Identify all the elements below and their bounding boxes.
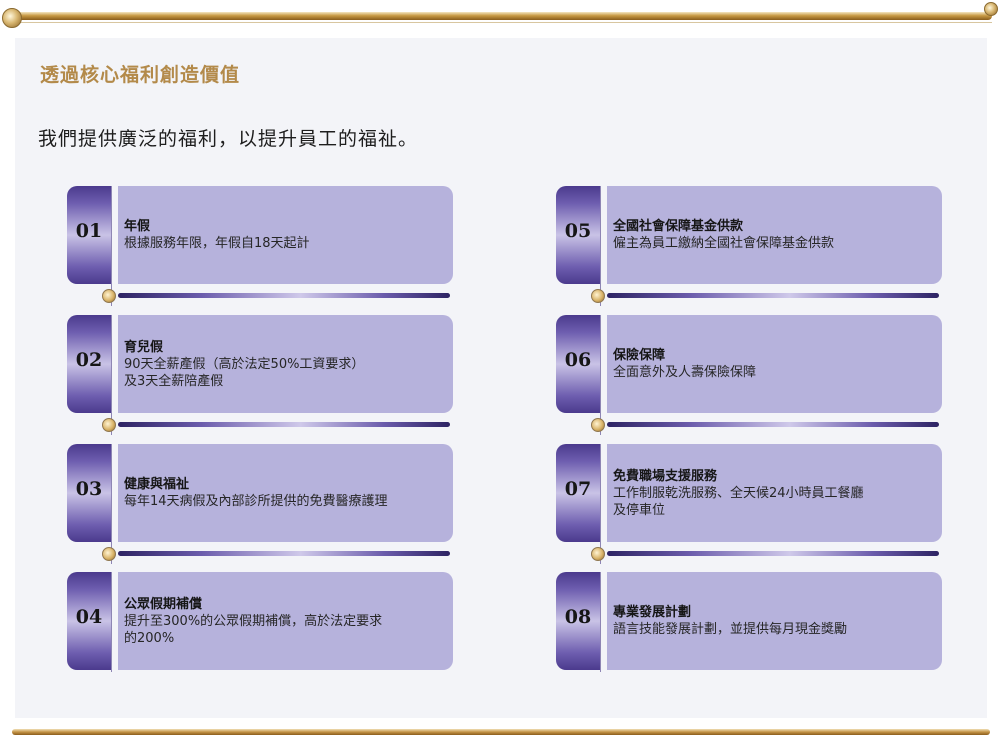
- benefit-description: 語言技能發展計劃，並提供每月現金獎勵: [613, 622, 848, 637]
- benefit-card-08: 08 專業發展計劃 語言技能發展計劃，並提供每月現金獎勵: [556, 572, 942, 672]
- benefit-number: 04: [75, 606, 103, 628]
- benefit-description: 全面意外及人壽保險保障: [613, 365, 757, 380]
- benefit-number: 03: [75, 478, 103, 500]
- divider: [111, 315, 112, 435]
- scroll-knob-icon: [102, 289, 116, 303]
- benefit-title: 公眾假期補償: [124, 596, 203, 612]
- benefit-title: 全國社會保障基金供款: [613, 219, 744, 234]
- benefit-number: 06: [564, 349, 592, 371]
- divider: [600, 572, 601, 672]
- benefit-card-03: 03 健康與福祉 每年14天病假及內部診所提供的免費醫療護理: [67, 444, 453, 564]
- scroll-knob-icon: [102, 547, 116, 561]
- benefit-description: 僱主為員工繳納全國社會保障基金供款: [613, 236, 835, 251]
- scroll-rod-icon: [118, 422, 450, 427]
- divider: [111, 444, 112, 564]
- section-subtitle: 我們提供廣泛的福利，以提升員工的福祉。: [38, 128, 419, 150]
- section-heading: 透過核心福利創造價值: [40, 64, 241, 86]
- benefit-card-06: 06 保險保障 全面意外及人壽保險保障: [556, 315, 942, 435]
- divider: [600, 315, 601, 435]
- benefit-number: 07: [564, 478, 592, 500]
- divider: [600, 186, 601, 306]
- scroll-rod-icon: [118, 551, 450, 556]
- benefit-title: 健康與福祉: [124, 477, 190, 492]
- benefit-number: 01: [75, 220, 103, 242]
- scroll-rod-icon: [607, 422, 939, 427]
- benefit-body: 育兒假 90天全薪產假（高於法定50%工資要求） 及3天全薪陪產假: [118, 315, 453, 413]
- top-scroll-bar: [10, 12, 992, 23]
- benefit-number: 02: [75, 349, 103, 371]
- scroll-knob-right-icon: [984, 2, 998, 16]
- scroll-rod-icon: [118, 293, 450, 298]
- divider: [111, 572, 112, 672]
- scroll-knob-icon: [591, 289, 605, 303]
- benefit-body: 年假 根據服務年限，年假自18天起計: [118, 186, 453, 284]
- benefit-body: 健康與福祉 每年14天病假及內部診所提供的免費醫療護理: [118, 444, 453, 542]
- scroll-knob-icon: [591, 418, 605, 432]
- benefit-description: 90天全薪產假（高於法定50%工資要求） 及3天全薪陪產假: [124, 356, 365, 389]
- benefit-description: 提升至300%的公眾假期補償，高於法定要求 的200%: [124, 613, 383, 646]
- benefit-body: 專業發展計劃 語言技能發展計劃，並提供每月現金獎勵: [607, 572, 942, 670]
- benefit-card-05: 05 全國社會保障基金供款 僱主為員工繳納全國社會保障基金供款: [556, 186, 942, 306]
- benefit-card-01: 01 年假 根據服務年限，年假自18天起計: [67, 186, 453, 306]
- divider: [111, 186, 112, 306]
- benefit-title: 保險保障: [613, 348, 666, 363]
- divider: [600, 444, 601, 564]
- benefit-body: 全國社會保障基金供款 僱主為員工繳納全國社會保障基金供款: [607, 186, 942, 284]
- scroll-knob-icon: [102, 418, 116, 432]
- bottom-scroll-bar: [12, 729, 990, 735]
- benefit-card-04: 04 公眾假期補償 提升至300%的公眾假期補償，高於法定要求 的200%: [67, 572, 453, 672]
- benefit-title: 免費職場支援服務: [613, 468, 718, 484]
- benefit-body: 公眾假期補償 提升至300%的公眾假期補償，高於法定要求 的200%: [118, 572, 453, 670]
- scroll-knob-left-icon: [2, 8, 22, 28]
- benefit-title: 專業發展計劃: [613, 605, 692, 620]
- benefit-title: 年假: [124, 219, 151, 234]
- benefit-card-07: 07 免費職場支援服務 工作制服乾洗服務、全天候24小時員工餐廳 及停車位: [556, 444, 942, 564]
- scroll-rod-icon: [607, 293, 939, 298]
- benefit-body: 免費職場支援服務 工作制服乾洗服務、全天候24小時員工餐廳 及停車位: [607, 444, 942, 542]
- benefit-description: 每年14天病假及內部診所提供的免費醫療護理: [124, 494, 388, 509]
- benefit-description: 工作制服乾洗服務、全天候24小時員工餐廳 及停車位: [613, 485, 864, 518]
- scroll-rod-icon: [607, 551, 939, 556]
- benefit-description: 根據服務年限，年假自18天起計: [124, 236, 310, 251]
- benefit-title: 育兒假: [124, 339, 164, 355]
- benefit-number: 08: [564, 606, 592, 628]
- scroll-knob-icon: [591, 547, 605, 561]
- benefit-number: 05: [564, 220, 592, 242]
- benefit-body: 保險保障 全面意外及人壽保險保障: [607, 315, 942, 413]
- benefit-card-02: 02 育兒假 90天全薪產假（高於法定50%工資要求） 及3天全薪陪產假: [67, 315, 453, 435]
